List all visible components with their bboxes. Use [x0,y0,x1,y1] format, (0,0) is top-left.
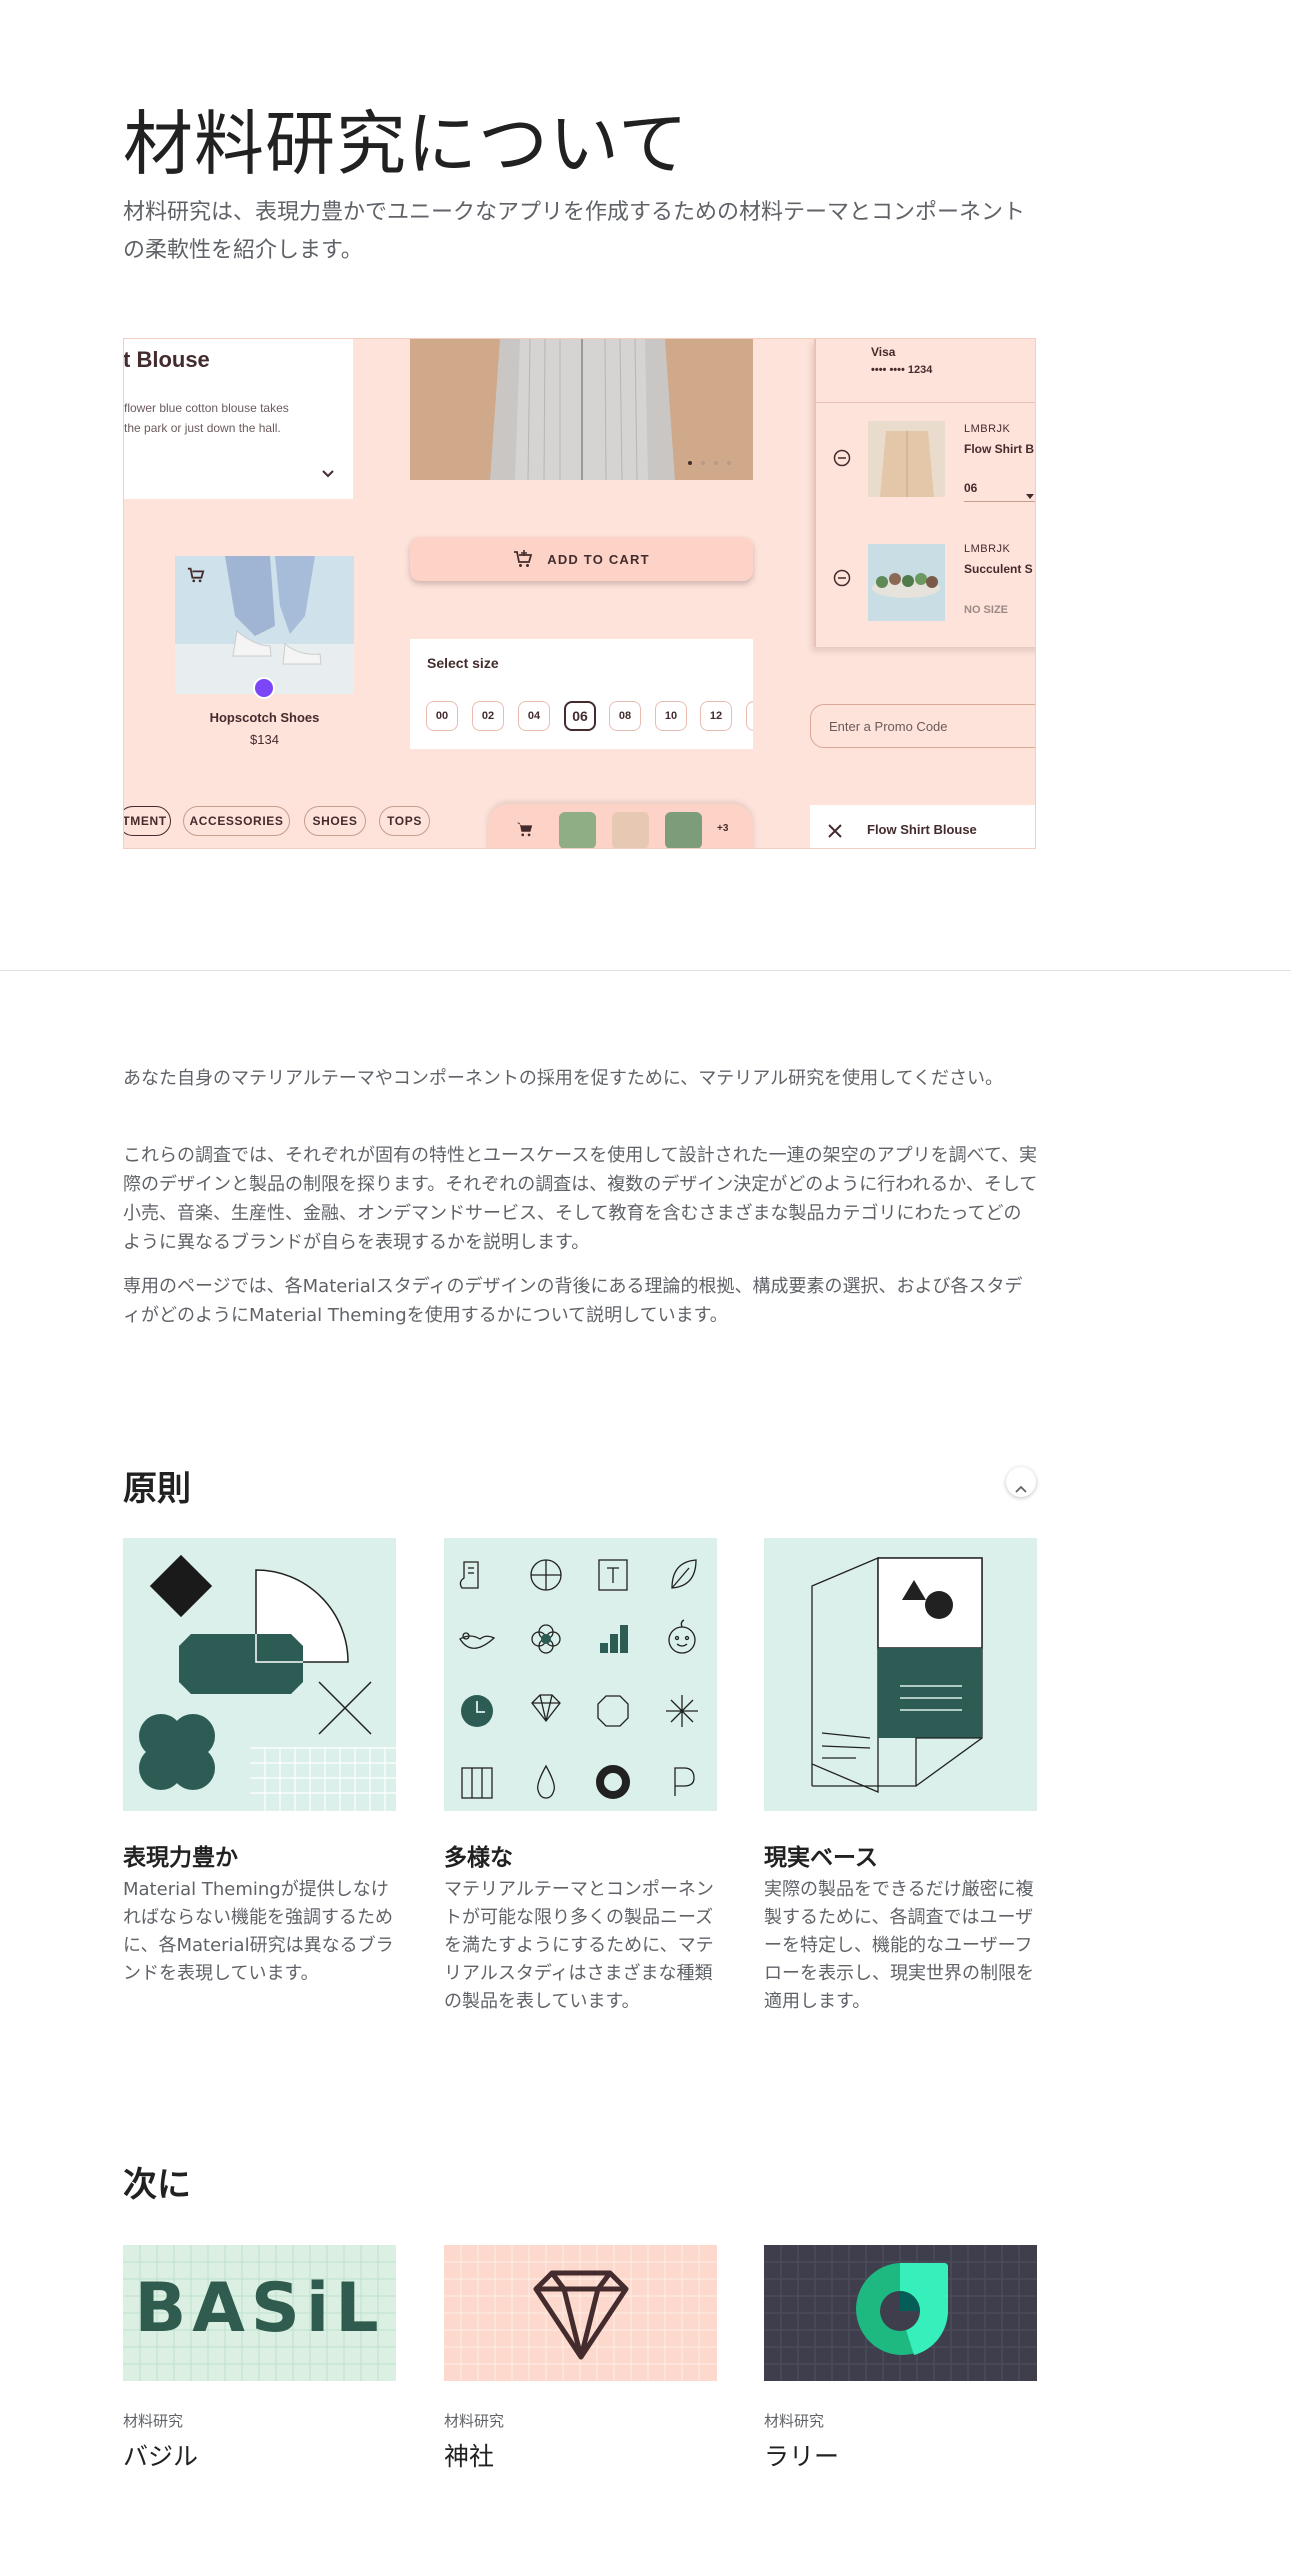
shapes-illustration [123,1538,396,1811]
cart-item-brand: LMBRJK [964,543,1011,555]
bottom-item-name: Flow Shirt Blouse [867,822,977,837]
hero-image-shrine: t Blouse flower blue cotton blouse takes… [123,338,1036,849]
bottom-item-bar: Flow Shirt Blouse [810,805,1035,848]
size-selector-card: Select size 00 02 04 06 08 10 12 [410,639,753,749]
category-chip[interactable]: TMENT [124,806,171,836]
size-option[interactable]: 02 [472,701,504,731]
product-name: Hopscotch Shoes [209,710,320,725]
brand-badge [253,677,275,699]
add-shopping-cart-icon[interactable] [187,566,205,584]
size-option[interactable]: 00 [426,701,458,731]
cart-more-count: +3 [717,823,729,834]
size-option[interactable]: 04 [518,701,550,731]
product-photo-shirt [410,339,753,480]
perspective-illustration [764,1538,1037,1811]
product-title: t Blouse [123,347,210,372]
bottom-cart-bar[interactable]: +3 [488,804,753,848]
product-desc-line: flower blue cotton blouse takes [124,401,289,415]
basil-logo-text: BASiL [134,2269,385,2348]
cart-item-image [868,421,945,497]
card-brand: Visa [871,345,896,359]
remove-icon[interactable] [833,569,851,587]
next-card-title[interactable]: バジル [123,2437,198,2473]
remove-icon[interactable] [833,449,851,467]
close-icon[interactable] [828,823,842,838]
page-subtitle: 材料研究は、表現力豊かでユニークなアプリを作成するための材料テーマとコンポーネン… [123,200,1026,263]
intro-paragraph: 専用のページでは、各Materialスタディのデザインの背後にある理論的根拠、構… [123,1276,1023,1326]
promo-code-input[interactable]: Enter a Promo Code [810,704,1035,748]
cart-thumbnail [559,812,596,848]
shopping-cart-icon [516,820,534,838]
category-chip[interactable]: SHOES [304,806,366,836]
promo-code-placeholder: Enter a Promo Code [829,719,948,734]
principle-body: マテリアルテーマとコンポーネントが可能な限り多くの製品ニーズを満たすようにするた… [444,1879,714,2012]
product-description-card: t Blouse flower blue cotton blouse takes… [124,339,353,499]
shrine-card-image[interactable] [444,2245,717,2381]
cart-item-size[interactable]: 06 [964,481,977,495]
cart-thumbnail [612,812,649,848]
section-divider [0,970,1291,971]
intro-paragraph: これらの調査では、それぞれが固有の特性とユースケースを使用して設計された一連の架… [123,1145,1038,1253]
size-option[interactable]: 08 [609,701,641,731]
collapse-button[interactable] [1006,1467,1036,1497]
principle-title: 多様な [444,1845,513,1871]
size-option[interactable]: 10 [655,701,687,731]
icon-grid-illustration [444,1538,717,1811]
size-option[interactable] [746,701,753,731]
next-card-category: 材料研究 [764,2412,825,2430]
product-tile-shoes[interactable] [175,556,354,694]
next-card-category: 材料研究 [123,2412,184,2430]
select-size-label: Select size [427,655,499,671]
principle-body: Material Themingが提供しなければならない機能を強調するために、各… [123,1879,394,1984]
chevron-down-icon[interactable] [320,465,336,481]
add-to-cart-label: ADD TO CART [547,551,650,567]
intro-paragraph: あなた自身のマテリアルテーマやコンポーネントの採用を促すために、マテリアル研究を… [123,1068,1004,1089]
cart-panel: Visa •••• •••• 1234 LMBRJK Flow Shirt B … [814,339,1035,647]
page-title: 材料研究について [123,103,689,185]
card-number: •••• •••• 1234 [871,364,933,376]
principle-title: 表現力豊か [123,1845,238,1871]
category-chip[interactable]: ACCESSORIES [183,806,290,836]
chevron-up-icon [1015,1478,1027,1493]
cart-item-image [868,544,945,621]
cart-item-brand: LMBRJK [964,423,1011,435]
cart-item-name: Succulent S [964,562,1033,576]
cart-thumbnail [665,812,702,848]
cart-item-name: Flow Shirt B [964,442,1034,456]
next-card-title[interactable]: 神社 [444,2437,494,2473]
product-desc-line: the park or just down the hall. [124,421,281,435]
product-price: $134 [250,732,279,747]
arrow-drop-down-icon[interactable] [1026,485,1034,499]
basil-card-image[interactable]: BASiL [123,2245,396,2381]
next-card-title[interactable]: ラリー [764,2437,839,2473]
cart-item-size: NO SIZE [964,604,1009,616]
next-card-category: 材料研究 [444,2412,505,2430]
rally-card-image[interactable] [764,2245,1037,2381]
size-option[interactable]: 12 [700,701,732,731]
category-chip[interactable]: TOPS [379,806,430,836]
add-shopping-cart-icon [513,549,533,569]
principles-title: 原則 [123,1469,191,1509]
size-option-selected[interactable]: 06 [564,701,596,731]
principle-body: 実際の製品をできるだけ厳密に複製するために、各調査ではユーザーを特定し、機能的な… [764,1879,1034,2012]
add-to-cart-button[interactable]: ADD TO CART [410,537,753,581]
principle-title: 現実ベース [764,1845,878,1871]
next-title: 次に [123,2165,191,2205]
